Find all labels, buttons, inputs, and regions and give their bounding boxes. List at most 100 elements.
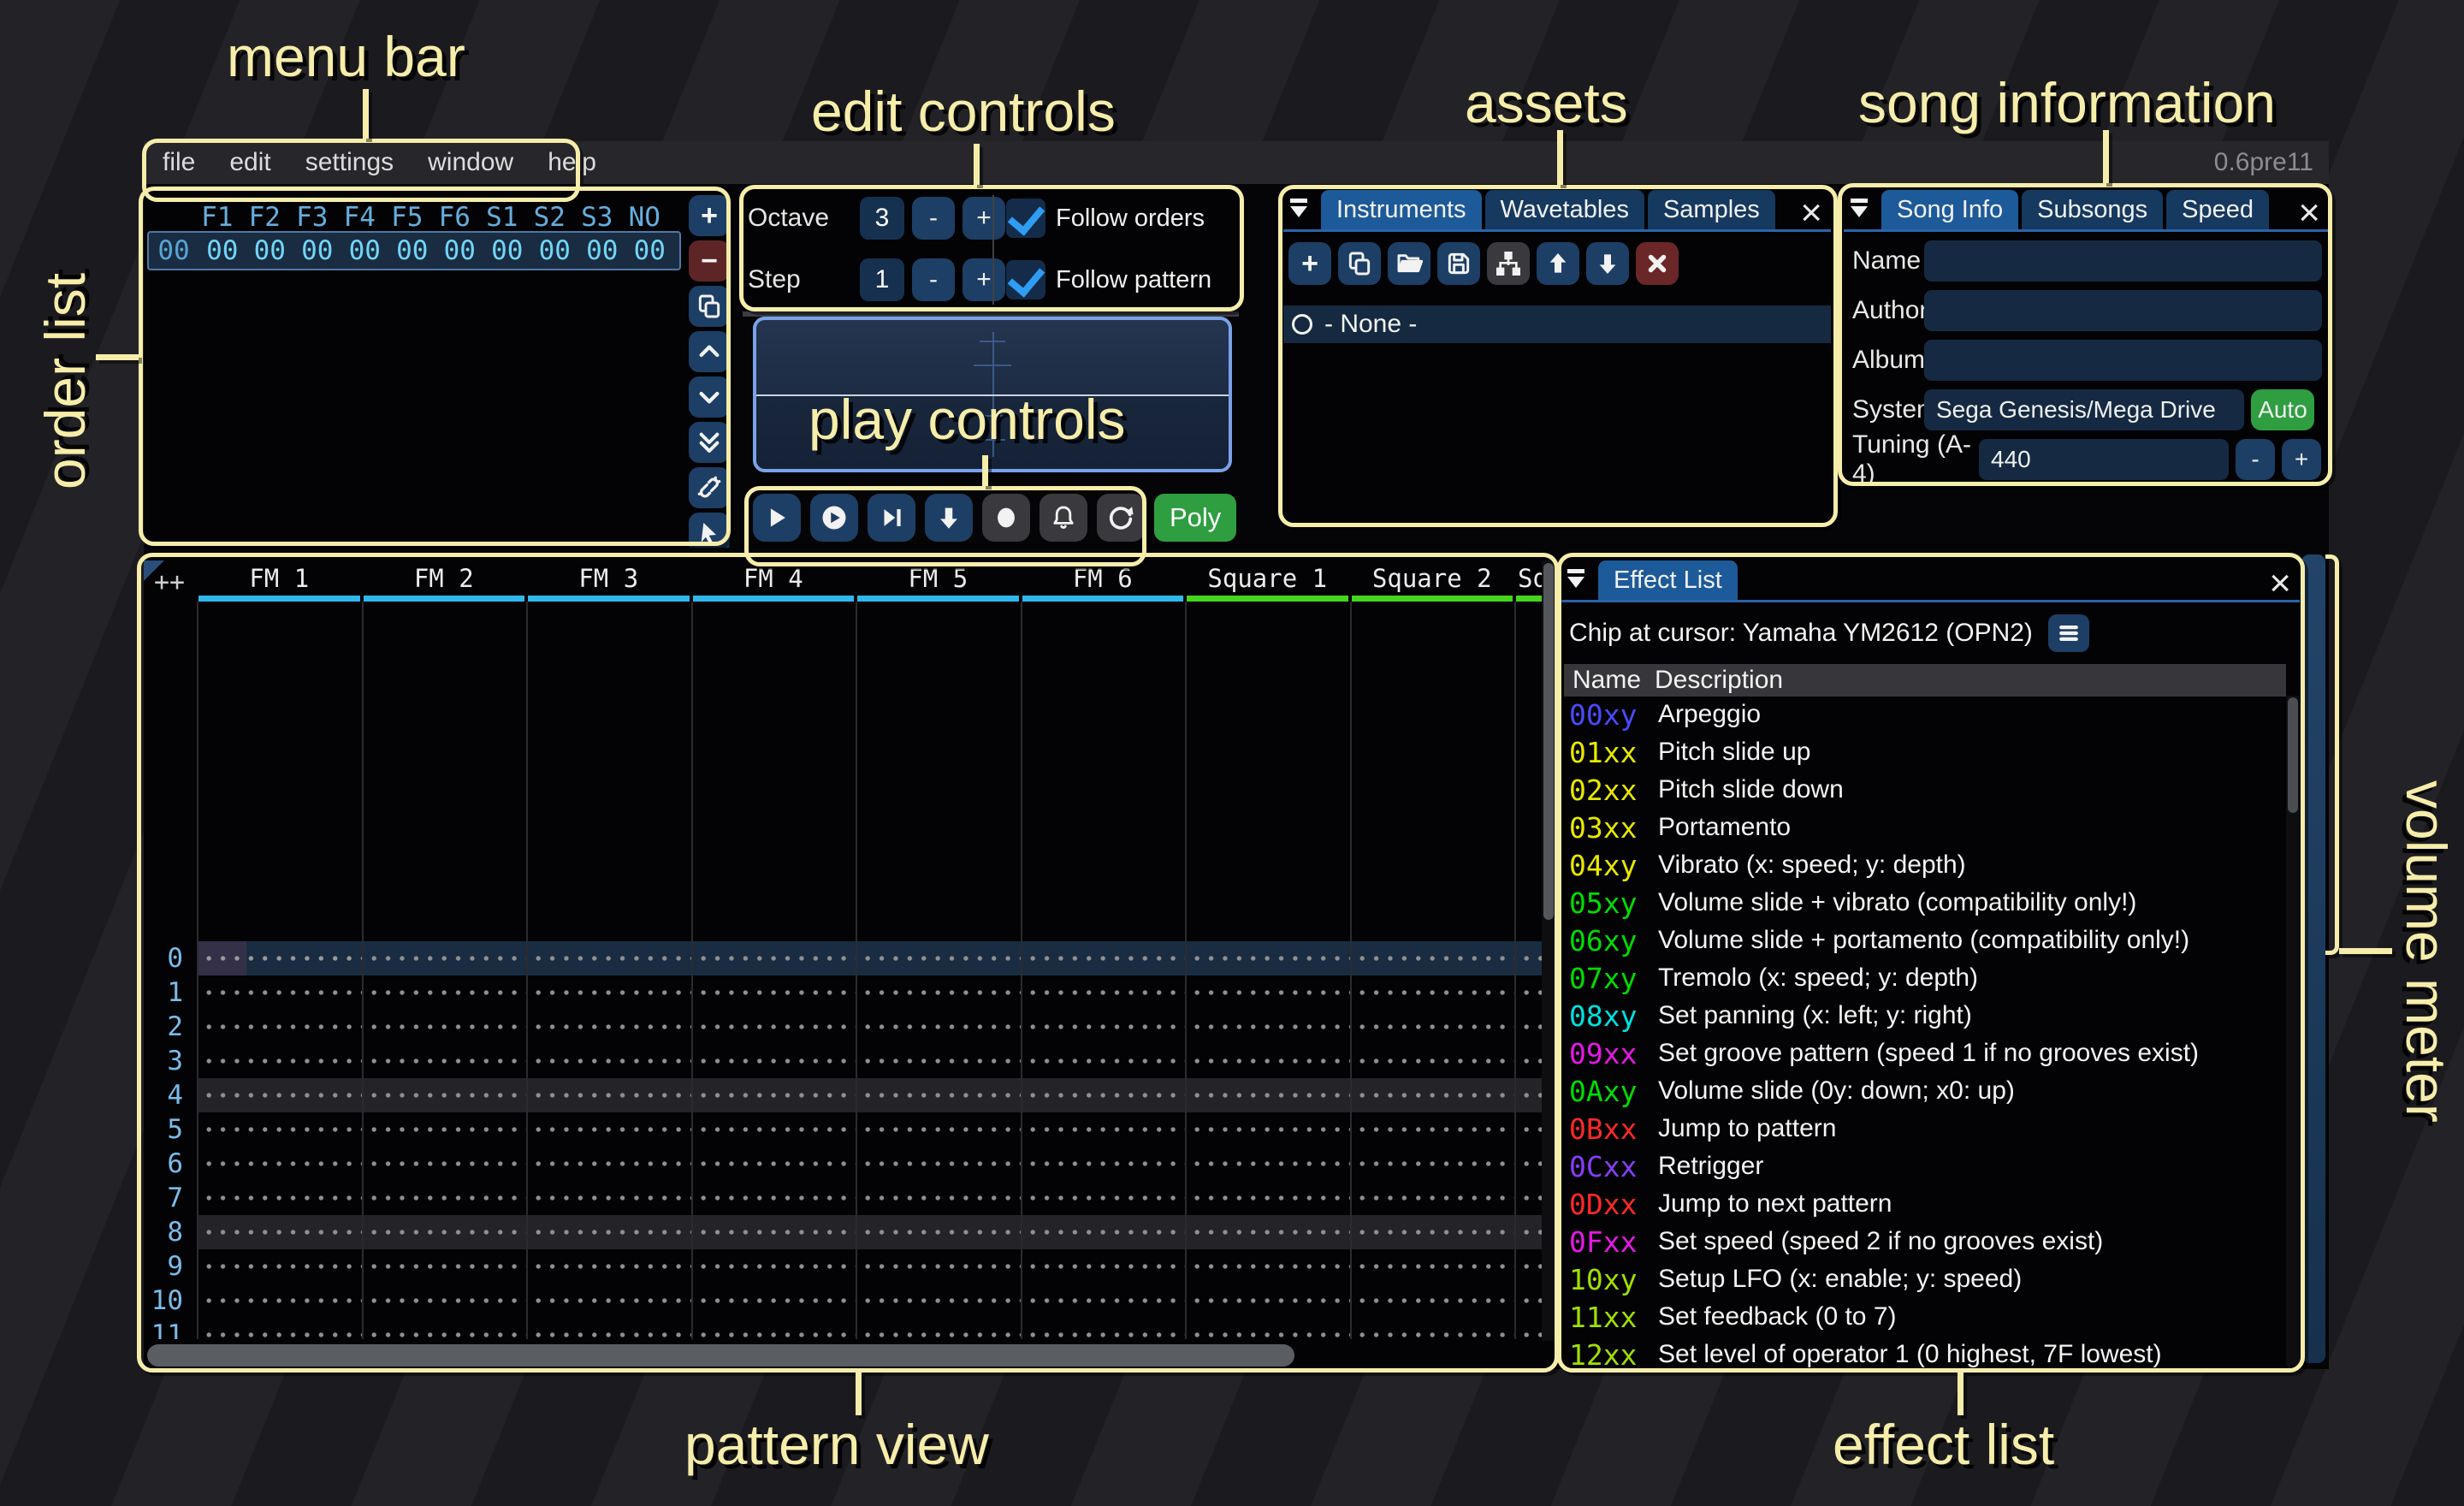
pattern-cell[interactable] [1021,1010,1186,1044]
pattern-cell[interactable] [1514,1147,1542,1181]
tuning-minus-button[interactable]: - [2236,439,2275,480]
order-cell[interactable]: 00 [626,235,674,266]
pattern-row[interactable]: 4 [144,1078,1542,1112]
close-icon[interactable]: × [1800,192,1822,234]
order-cell[interactable]: 00 [198,235,246,266]
pattern-cell[interactable] [1021,975,1186,1010]
effect-menu-button[interactable] [2048,614,2089,652]
pattern-cell[interactable] [1185,1181,1350,1215]
order-list-selected-row[interactable]: 0000000000000000000000 [147,231,681,270]
name-field[interactable] [1924,240,2322,282]
octave-plus-button[interactable]: + [962,197,1005,240]
octave-minus-button[interactable]: - [912,197,955,240]
pattern-cell[interactable] [362,1044,527,1078]
follow-pattern-checkbox[interactable] [1006,260,1045,299]
menu-item-file[interactable]: file [163,148,195,177]
pattern-cell[interactable] [1350,941,1515,975]
order-duplicate-button[interactable] [689,286,730,327]
pattern-cell[interactable] [856,1112,1021,1147]
step-value[interactable]: 1 [860,258,904,301]
pattern-cell[interactable] [1021,1112,1186,1147]
pattern-cell[interactable] [362,1249,527,1284]
scrollbar-thumb[interactable] [1543,563,1554,920]
order-cell[interactable]: 00 [436,235,484,266]
pattern-cell[interactable] [1350,1181,1515,1215]
pattern-cell[interactable] [856,975,1021,1010]
pattern-cell[interactable] [526,1078,691,1112]
order-move-down-button[interactable] [689,376,730,418]
pattern-cell[interactable] [856,1249,1021,1284]
collapse-icon[interactable] [1566,567,1591,593]
pattern-cell[interactable] [362,1112,527,1147]
system-select[interactable]: Sega Genesis/Mega Drive [1924,389,2244,430]
pattern-cell[interactable] [856,1078,1021,1112]
order-cell[interactable]: 00 [388,235,436,266]
pattern-cell[interactable] [1185,1010,1350,1044]
pattern-cell[interactable] [197,1147,362,1181]
octave-value[interactable]: 3 [860,197,904,240]
pattern-cell[interactable] [691,1318,856,1339]
pattern-row[interactable]: 2 [144,1010,1542,1044]
tab-samples[interactable]: Samples [1648,190,1775,229]
pattern-cell[interactable] [1021,1249,1186,1284]
pattern-cell[interactable] [1185,1215,1350,1249]
close-icon[interactable]: × [2269,562,2291,605]
pattern-cell[interactable] [197,975,362,1010]
tuning-plus-button[interactable]: + [2282,439,2321,480]
pattern-cell[interactable] [197,1078,362,1112]
poly-button[interactable]: Poly [1154,494,1236,542]
pattern-cell[interactable] [526,1112,691,1147]
channel-header[interactable]: FM 2 [362,560,527,602]
pattern-cell[interactable] [362,1147,527,1181]
pattern-cell[interactable] [526,975,691,1010]
pattern-cell[interactable] [691,1249,856,1284]
pattern-cell[interactable] [1514,1010,1542,1044]
order-cell[interactable]: 00 [578,235,626,266]
repeat-pattern-button[interactable] [1097,494,1145,542]
pattern-cell[interactable] [1350,1215,1515,1249]
pattern-cell[interactable] [691,1215,856,1249]
pattern-cell[interactable] [1021,1044,1186,1078]
order-remove-button[interactable]: − [689,240,730,282]
pattern-cell[interactable] [1185,1112,1350,1147]
pattern-cell[interactable] [1514,1181,1542,1215]
album-field[interactable] [1924,340,2322,381]
pattern-cell[interactable] [1021,1215,1186,1249]
scrollbar-thumb[interactable] [2288,697,2298,813]
pattern-cell[interactable] [197,1215,362,1249]
pattern-cell[interactable] [197,1284,362,1318]
order-cell[interactable]: 00 [293,235,341,266]
effect-list-scrollbar[interactable] [2286,696,2300,1366]
pattern-cell[interactable] [1185,1249,1350,1284]
pattern-cell[interactable] [526,1215,691,1249]
channel-header[interactable]: Square 1 [1185,560,1350,602]
metronome-button[interactable] [1040,494,1087,542]
pattern-cell[interactable] [856,941,1021,975]
pattern-cell[interactable] [1021,1284,1186,1318]
asset-save-button[interactable] [1437,242,1480,285]
pattern-cell[interactable] [526,1010,691,1044]
pattern-row[interactable]: 9 [144,1249,1542,1284]
pattern-vertical-scrollbar[interactable] [1542,560,1555,1341]
menu-item-settings[interactable]: settings [305,148,394,177]
order-edit-mode-button[interactable] [689,513,730,548]
pattern-cell[interactable] [526,1147,691,1181]
asset-open-button[interactable] [1388,242,1430,285]
order-cell[interactable]: 00 [483,235,531,266]
channel-header[interactable]: FM 1 [197,560,362,602]
pattern-cell[interactable] [1185,1284,1350,1318]
follow-orders-checkbox[interactable] [1006,199,1045,238]
pattern-cell[interactable] [197,941,362,975]
asset-tree-button[interactable] [1487,242,1530,285]
pattern-horizontal-scrollbar[interactable] [144,1343,1542,1367]
pattern-cell[interactable] [1021,1147,1186,1181]
pattern-cell[interactable] [197,1010,362,1044]
play-from-beginning-button[interactable] [810,494,858,542]
pattern-cell[interactable] [1514,1284,1542,1318]
step-plus-button[interactable]: + [962,258,1005,301]
channel-header[interactable]: FM 4 [691,560,856,602]
pattern-cell[interactable] [1021,941,1186,975]
pattern-row[interactable]: 11 [144,1318,1542,1339]
asset-add-button[interactable]: + [1288,242,1331,285]
play-one-row-button[interactable] [868,494,915,542]
